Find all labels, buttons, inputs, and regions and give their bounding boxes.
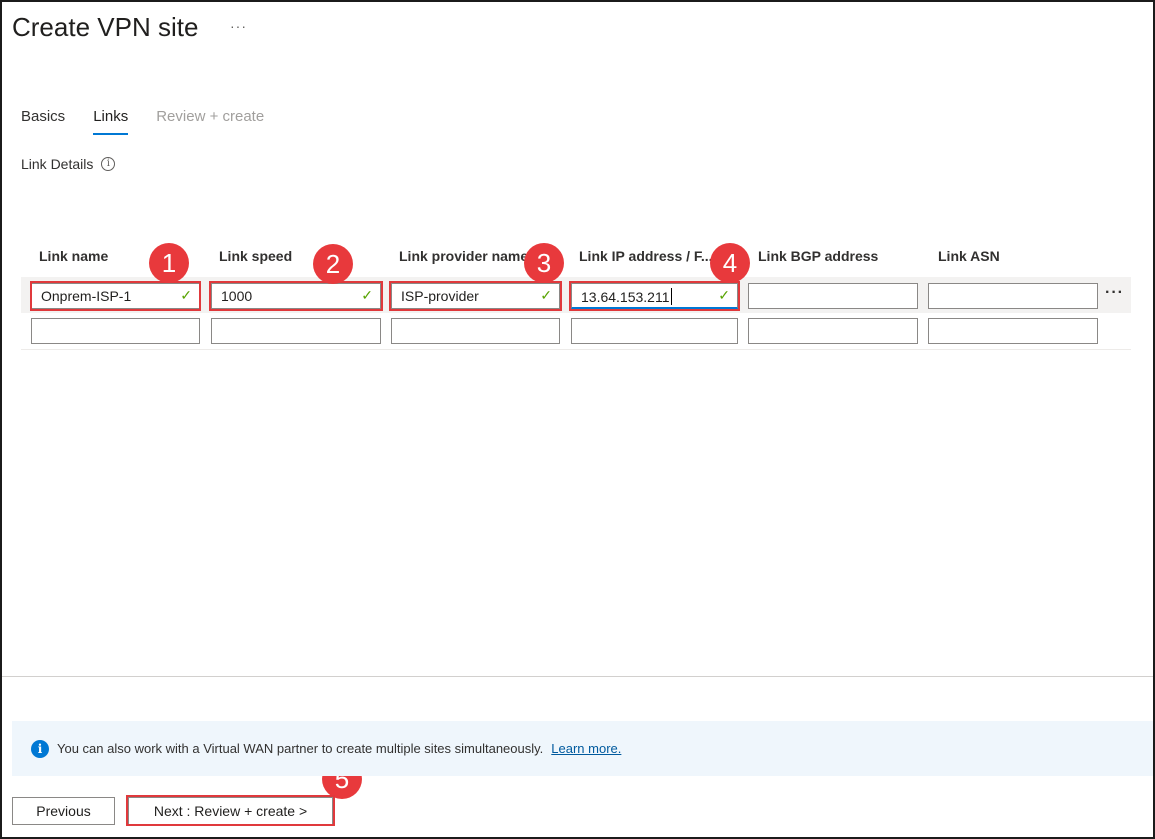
page-title: Create VPN site xyxy=(12,12,199,42)
link-ip-input-row2[interactable] xyxy=(571,318,738,344)
link-bgp-input[interactable] xyxy=(748,283,918,309)
previous-button[interactable]: Previous xyxy=(12,797,115,825)
row-divider xyxy=(21,349,1131,350)
link-bgp-input-row2[interactable] xyxy=(748,318,918,344)
highlight-box-5 xyxy=(126,795,335,826)
tab-bar: Basics Links Review + create xyxy=(21,108,264,135)
link-name-input-row2[interactable] xyxy=(31,318,200,344)
step-badge-2: 2 xyxy=(313,244,353,284)
row-more-icon[interactable]: ··· xyxy=(1105,285,1124,301)
tab-review-create[interactable]: Review + create xyxy=(156,108,264,135)
step-badge-1: 1 xyxy=(149,243,189,283)
link-details-label: Link Details xyxy=(21,156,94,172)
link-asn-input[interactable] xyxy=(928,283,1098,309)
step-badge-4: 4 xyxy=(710,243,750,283)
highlight-box-2 xyxy=(209,281,383,311)
step-badge-3: 3 xyxy=(524,243,564,283)
info-banner: i You can also work with a Virtual WAN p… xyxy=(12,721,1153,776)
column-header-provider: Link provider name xyxy=(399,248,529,264)
column-header-bgp: Link BGP address xyxy=(758,248,879,264)
column-header-link-name: Link name xyxy=(39,248,109,264)
footer-divider xyxy=(2,676,1153,677)
tab-links[interactable]: Links xyxy=(93,108,129,135)
highlight-box-4 xyxy=(569,281,740,311)
more-options-icon[interactable]: ··· xyxy=(230,18,247,34)
info-filled-icon: i xyxy=(31,739,49,758)
column-header-asn: Link ASN xyxy=(938,248,1000,264)
link-speed-input-row2[interactable] xyxy=(211,318,381,344)
tab-basics[interactable]: Basics xyxy=(21,108,65,135)
link-asn-input-row2[interactable] xyxy=(928,318,1098,344)
link-details-heading: Link Details i xyxy=(21,156,116,172)
column-header-ip: Link IP address / F... xyxy=(579,248,713,264)
info-banner-text: You can also work with a Virtual WAN par… xyxy=(57,741,544,756)
highlight-box-3 xyxy=(389,281,562,311)
highlight-box-1 xyxy=(30,281,201,311)
link-provider-input-row2[interactable] xyxy=(391,318,560,344)
column-header-link-speed: Link speed xyxy=(219,248,293,264)
learn-more-link[interactable]: Learn more. xyxy=(551,741,621,756)
info-icon[interactable]: i xyxy=(101,157,116,171)
